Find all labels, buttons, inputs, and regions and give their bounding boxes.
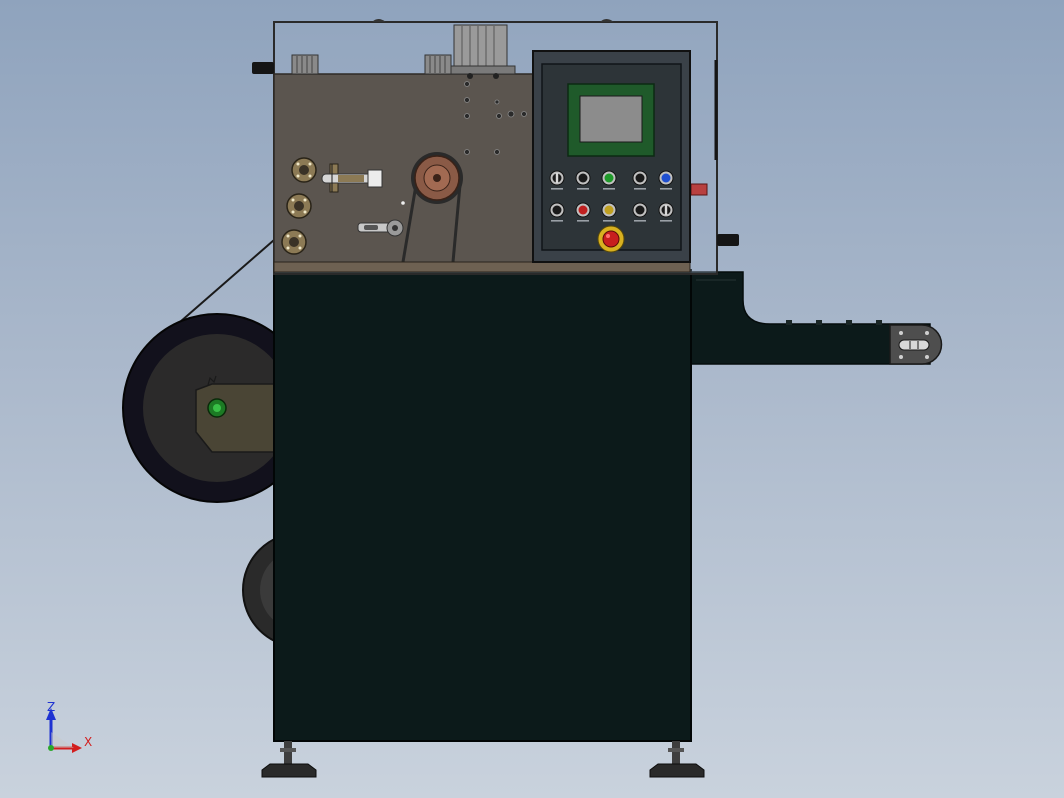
leveling-foot-right [649, 741, 705, 778]
guide-roller-1 [291, 157, 317, 183]
hmi-screen[interactable] [579, 95, 643, 143]
guide-roller-3 [281, 229, 307, 255]
emergency-stop-icon[interactable] [597, 225, 625, 253]
main-cabinet [273, 269, 692, 742]
gear-block-left [291, 54, 319, 75]
deck-plate [273, 261, 691, 273]
gear-block-right [424, 54, 452, 75]
z-axis-label: Z [47, 700, 55, 714]
guard-handle-left[interactable] [252, 62, 274, 74]
orientation-triad: Z X [46, 700, 92, 753]
drive-sprocket [411, 152, 463, 204]
reel-mount-arm [195, 383, 277, 453]
conveyor-slot [898, 339, 930, 351]
film-web-line [179, 239, 275, 323]
drive-motor [450, 24, 516, 79]
guide-roller-2 [286, 193, 312, 219]
guard-handle-right[interactable] [717, 234, 739, 246]
leveling-foot-left [261, 741, 317, 778]
control-panel [532, 50, 691, 263]
outfeed-conveyor [689, 271, 943, 365]
x-axis-label: X [84, 735, 92, 749]
warning-light [690, 183, 708, 196]
cad-viewport: Z X [0, 0, 1064, 798]
machine-drawing: Z X [46, 19, 943, 778]
